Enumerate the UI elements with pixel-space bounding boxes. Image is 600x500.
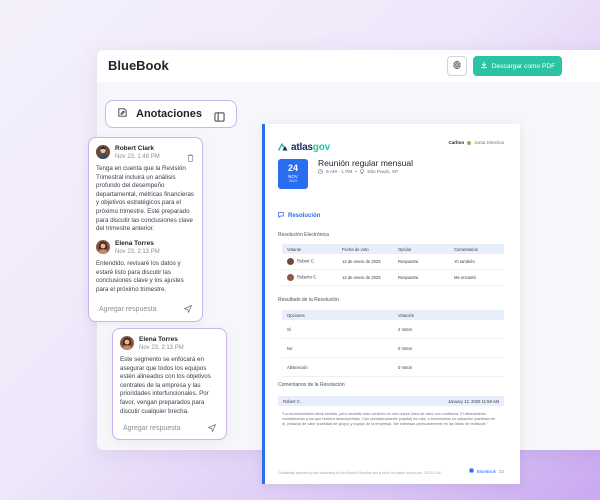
comment-thread: Elena Torres Nov 23, 2:13 PM Este segmen… — [112, 328, 227, 440]
comment-thread: Robert Clark Nov 23, 1:48 PM Tenga en cu… — [88, 137, 203, 322]
logo-accent-text: gov — [312, 141, 330, 153]
table-cell: 0 Votos — [398, 364, 412, 370]
org-name: Carlton — [448, 140, 465, 145]
footer-brand: BlueBook 22 — [469, 468, 504, 474]
date-year: 2024 — [289, 179, 297, 183]
document-page: atlasgov Carlton Junta Directiva 24 NOV … — [262, 124, 520, 484]
table-row: Roberto C. 12 de enero de 2025 Respuesta… — [282, 270, 504, 286]
document-org: Carlton Junta Directiva — [448, 140, 504, 145]
table-header: Votante Fecha de voto Opción Comentarios — [282, 244, 504, 254]
comments-title: Comentarios de la Resolución — [278, 382, 345, 388]
table-cell: Robert C. — [297, 258, 315, 264]
logo: atlasgov — [277, 138, 330, 156]
table-cell: Abstención — [287, 364, 308, 370]
top-bar: BlueBook Descargar como PDF — [97, 50, 600, 82]
annotations-header: Anotaciones — [105, 100, 237, 128]
comment-author: Elena Torres — [139, 336, 178, 343]
vote-title: Resolución Electrónica — [278, 232, 329, 238]
bluebook-logo-icon — [469, 468, 474, 474]
reply-input[interactable]: Agregar respuesta — [99, 306, 157, 313]
resolution-comment-text: "La recomendación tiene sentido, pero ne… — [282, 412, 495, 427]
column-header: Opciones — [287, 312, 305, 318]
table-row: No 0 Votos — [282, 339, 504, 358]
annotations-title: Anotaciones — [136, 108, 203, 120]
comment-text: Tenga en cuenta que la Revisión Trimestr… — [96, 165, 195, 233]
table-row: Sí 2 Votos — [282, 320, 504, 339]
comment-header: Elena Torres Nov 23, 2:13 PM — [120, 336, 184, 352]
clock-icon — [318, 169, 323, 176]
avatar — [287, 258, 294, 265]
footer-disclaimer: Confidential prepared by and exclusively… — [278, 471, 441, 475]
meeting-title: Reunión regular mensual — [318, 158, 413, 168]
date-day: 24 — [287, 163, 298, 173]
table-cell: Respuesta — [398, 259, 419, 264]
board-dot-icon — [467, 140, 472, 145]
comment-text: Este segmento se enfocará en asegurar qu… — [120, 356, 211, 415]
resolution-comment-header: Robert C. January 12, 2025 11:58 AM — [278, 396, 504, 406]
send-icon[interactable] — [208, 419, 216, 437]
location-icon — [360, 169, 364, 176]
section-title: Resolución — [278, 212, 320, 220]
comment-date: Nov 23, 2:13 PM — [115, 249, 160, 255]
reply-input[interactable]: Agregar respuesta — [123, 425, 181, 432]
meeting-meta: 9 AM - 1 PM • São Paulo, SP — [318, 169, 398, 176]
vote-table: Votante Fecha de voto Opción Comentarios… — [282, 244, 504, 286]
table-cell: Respuesta — [398, 275, 419, 280]
column-header: Fecha de voto — [342, 246, 369, 252]
result-title: Resultado de la Resolución — [278, 297, 339, 303]
settings-button[interactable] — [447, 56, 467, 76]
annotation-icon — [117, 105, 128, 123]
comment-date: Nov 23, 2:13 PM — [139, 345, 184, 351]
table-cell: No — [287, 345, 293, 351]
comment-author: Robert C. — [283, 398, 301, 404]
gear-icon — [452, 57, 462, 75]
table-cell: Yo también — [454, 259, 475, 264]
table-row: Robert C. 12 de enero de 2025 Respuesta … — [282, 254, 504, 270]
sidebar-toggle-icon[interactable] — [214, 109, 225, 127]
page-number: 22 — [498, 468, 504, 474]
table-cell: 2 Votos — [398, 326, 412, 332]
board-name: Junta Directiva — [474, 140, 504, 145]
comment-header: Elena Torres Nov 23, 2:13 PM — [96, 240, 160, 256]
column-header: Votante — [287, 246, 302, 252]
meeting-time: 9 AM - 1 PM — [326, 170, 353, 175]
table-cell: 12 de enero de 2025 — [342, 259, 381, 264]
avatar — [287, 274, 294, 281]
table-cell: 0 Votos — [398, 345, 412, 351]
column-header: Opción — [398, 246, 412, 252]
comment-author: Robert Clark — [115, 145, 155, 152]
comment-date: January 12, 2025 11:58 AM — [448, 398, 499, 404]
app-title: BlueBook — [108, 58, 169, 73]
reply-input-row: Agregar respuesta — [113, 418, 226, 438]
logo-text: atlas — [291, 141, 313, 153]
column-header: Comentarios — [454, 246, 478, 252]
comment-icon — [278, 212, 284, 220]
meeting-location: São Paulo, SP — [367, 170, 399, 175]
download-icon — [480, 61, 488, 71]
footer-brand-name: BlueBook — [476, 468, 496, 474]
section-label: Resolución — [288, 213, 321, 219]
date-badge: 24 NOV 2024 — [278, 159, 308, 189]
table-cell: Me encantó — [454, 275, 476, 280]
avatar — [120, 336, 134, 350]
table-cell: 12 de enero de 2025 — [342, 275, 381, 280]
avatar — [96, 240, 110, 254]
reply-input-row: Agregar respuesta — [89, 299, 202, 319]
comment-author: Elena Torres — [115, 240, 154, 247]
download-pdf-label: Descargar como PDF — [491, 62, 556, 70]
comment-text: Entendido, revisaré los datos y estaré l… — [96, 260, 184, 293]
comment-date: Nov 23, 1:48 PM — [115, 154, 160, 160]
column-header: Votación — [398, 312, 415, 318]
table-cell: Roberto C. — [297, 274, 318, 280]
table-cell: Sí — [287, 326, 291, 332]
document-accent-bar — [262, 124, 265, 484]
send-icon[interactable] — [184, 300, 192, 318]
atlas-logo-icon — [277, 138, 288, 156]
avatar — [96, 145, 110, 159]
download-pdf-button[interactable]: Descargar como PDF — [473, 56, 562, 76]
result-table: Opciones Votación Sí 2 Votos No 0 Votos … — [282, 310, 504, 377]
table-header: Opciones Votación — [282, 310, 504, 320]
comment-header: Robert Clark Nov 23, 1:48 PM — [96, 145, 160, 161]
table-row: Abstención 0 Votos — [282, 358, 504, 377]
